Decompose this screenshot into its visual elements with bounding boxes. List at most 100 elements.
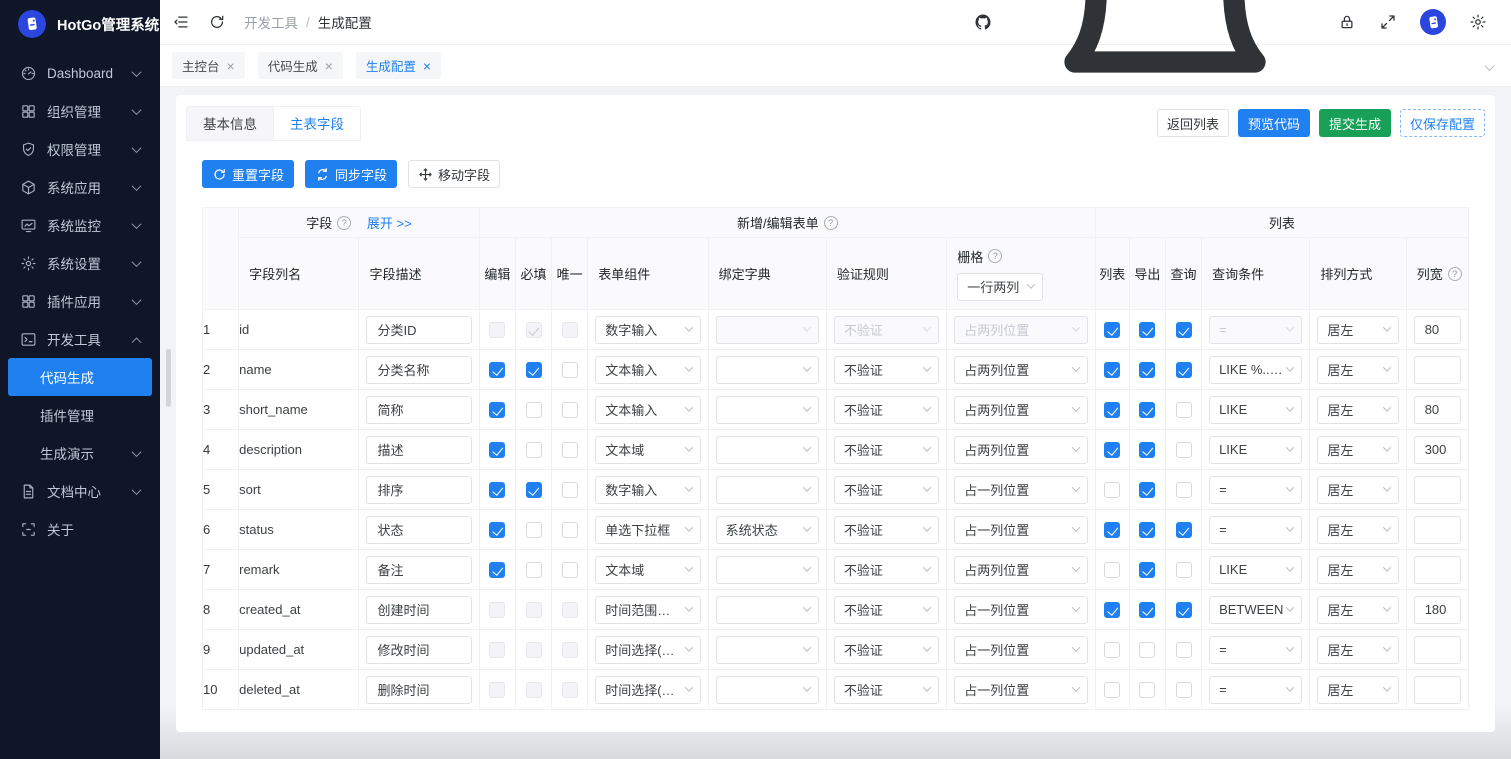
- col-width-input[interactable]: [1413, 515, 1461, 544]
- field-desc-input[interactable]: [366, 595, 472, 624]
- move-fields-button[interactable]: 移动字段: [408, 160, 501, 188]
- tab-main-fields[interactable]: 主表字段: [274, 105, 361, 141]
- query-checkbox[interactable]: [1175, 322, 1192, 339]
- query-cond-select[interactable]: LIKE: [1209, 555, 1303, 584]
- field-desc-input[interactable]: [366, 475, 472, 504]
- unique-checkbox[interactable]: [561, 402, 578, 419]
- expand-link[interactable]: 展开 >>: [367, 216, 412, 231]
- export-checkbox[interactable]: [1139, 482, 1156, 499]
- collapse-sidebar-icon[interactable]: [172, 13, 190, 31]
- query-cond-select[interactable]: LIKE %...%: [1209, 355, 1303, 384]
- component-select[interactable]: 时间范围选择: [595, 595, 701, 624]
- rule-select[interactable]: 不验证: [833, 555, 940, 584]
- grid-select[interactable]: 占一列位置: [954, 595, 1088, 624]
- field-desc-input[interactable]: [366, 395, 472, 424]
- component-select[interactable]: 文本输入: [595, 395, 701, 424]
- dict-select[interactable]: [715, 395, 819, 424]
- query-checkbox[interactable]: [1175, 442, 1192, 459]
- edit-checkbox[interactable]: [489, 562, 506, 579]
- close-icon[interactable]: ×: [227, 59, 235, 73]
- sidebar-item-about[interactable]: 关于: [8, 510, 152, 548]
- lock-icon[interactable]: [1338, 13, 1356, 31]
- col-width-input[interactable]: [1413, 635, 1461, 664]
- col-width-input[interactable]: [1413, 395, 1461, 424]
- edit-checkbox[interactable]: [489, 482, 506, 499]
- sync-fields-button[interactable]: 同步字段: [305, 160, 398, 188]
- query-cond-select[interactable]: BETWEEN: [1209, 595, 1303, 624]
- tag-tab-genconfig[interactable]: 生成配置 ×: [355, 52, 442, 79]
- list-checkbox[interactable]: [1104, 362, 1121, 379]
- grid-select[interactable]: 占两列位置: [954, 395, 1088, 424]
- required-checkbox[interactable]: [525, 482, 542, 499]
- export-checkbox[interactable]: [1139, 402, 1156, 419]
- align-select[interactable]: 居左: [1317, 315, 1399, 344]
- align-select[interactable]: 居左: [1317, 595, 1399, 624]
- grid-select[interactable]: 占一列位置: [954, 635, 1088, 664]
- query-checkbox[interactable]: [1175, 522, 1192, 539]
- edit-checkbox[interactable]: [489, 522, 506, 539]
- tabbar-dropdown-button[interactable]: [1480, 52, 1499, 80]
- grid-select[interactable]: 占两列位置: [954, 355, 1088, 384]
- sidebar-item-plugin-manage[interactable]: 插件管理: [8, 396, 152, 434]
- dict-select[interactable]: [715, 675, 819, 704]
- field-desc-input[interactable]: [366, 315, 472, 344]
- help-icon[interactable]: ?: [337, 215, 352, 230]
- component-select[interactable]: 数字输入: [595, 475, 701, 504]
- refresh-icon[interactable]: [208, 13, 226, 31]
- unique-checkbox[interactable]: [561, 562, 578, 579]
- rule-select[interactable]: 不验证: [833, 675, 940, 704]
- rule-select[interactable]: 不验证: [833, 435, 940, 464]
- align-select[interactable]: 居左: [1317, 555, 1399, 584]
- sidebar-item-sys-monitor[interactable]: 系统监控: [8, 206, 152, 244]
- sidebar-item-sys-app[interactable]: 系统应用: [8, 168, 152, 206]
- list-checkbox[interactable]: [1104, 402, 1121, 419]
- field-desc-input[interactable]: [366, 435, 472, 464]
- help-icon[interactable]: ?: [988, 249, 1003, 263]
- sidebar-item-sys-setting[interactable]: 系统设置: [8, 244, 152, 282]
- field-desc-input[interactable]: [366, 355, 472, 384]
- component-select[interactable]: 单选下拉框: [595, 515, 701, 544]
- help-icon[interactable]: ?: [823, 215, 838, 230]
- component-select[interactable]: 文本域: [595, 555, 701, 584]
- required-checkbox[interactable]: [525, 362, 542, 379]
- dict-select[interactable]: [715, 355, 819, 384]
- dict-select[interactable]: [715, 635, 819, 664]
- scrollbar-thumb[interactable]: [166, 349, 171, 407]
- query-cond-select[interactable]: =: [1209, 515, 1303, 544]
- submit-generate-button[interactable]: 提交生成: [1318, 109, 1391, 137]
- sidebar-item-plugin-app[interactable]: 插件应用: [8, 282, 152, 320]
- export-checkbox[interactable]: [1139, 442, 1156, 459]
- required-checkbox[interactable]: [525, 522, 542, 539]
- list-checkbox[interactable]: [1104, 482, 1121, 499]
- component-select[interactable]: 数字输入: [595, 315, 701, 344]
- align-select[interactable]: 居左: [1317, 675, 1399, 704]
- field-desc-input[interactable]: [366, 555, 472, 584]
- list-checkbox[interactable]: [1104, 602, 1121, 619]
- rule-select[interactable]: 不验证: [833, 355, 940, 384]
- settings-gear-icon[interactable]: [1469, 13, 1487, 31]
- tag-tab-codegen[interactable]: 代码生成 ×: [257, 52, 343, 79]
- export-checkbox[interactable]: [1139, 602, 1156, 619]
- sidebar-item-org[interactable]: 组织管理: [8, 92, 152, 130]
- field-desc-input[interactable]: [366, 635, 472, 664]
- field-desc-input[interactable]: [366, 675, 472, 704]
- grid-select[interactable]: 占一列位置: [954, 515, 1088, 544]
- query-cond-select[interactable]: LIKE: [1209, 435, 1303, 464]
- col-width-input[interactable]: [1413, 355, 1461, 384]
- unique-checkbox[interactable]: [561, 522, 578, 539]
- rule-select[interactable]: 不验证: [833, 515, 940, 544]
- unique-checkbox[interactable]: [561, 482, 578, 499]
- dict-select[interactable]: [715, 555, 819, 584]
- export-checkbox[interactable]: [1139, 642, 1156, 659]
- export-checkbox[interactable]: [1139, 562, 1156, 579]
- export-checkbox[interactable]: [1139, 682, 1156, 699]
- dict-select[interactable]: [715, 435, 819, 464]
- query-checkbox[interactable]: [1175, 642, 1192, 659]
- export-checkbox[interactable]: [1139, 362, 1156, 379]
- field-desc-input[interactable]: [366, 515, 472, 544]
- fullscreen-icon[interactable]: [1379, 13, 1397, 31]
- rule-select[interactable]: 不验证: [833, 395, 940, 424]
- close-icon[interactable]: ×: [423, 59, 431, 73]
- sidebar-item-code-gen[interactable]: 代码生成: [8, 358, 152, 396]
- list-checkbox[interactable]: [1104, 642, 1121, 659]
